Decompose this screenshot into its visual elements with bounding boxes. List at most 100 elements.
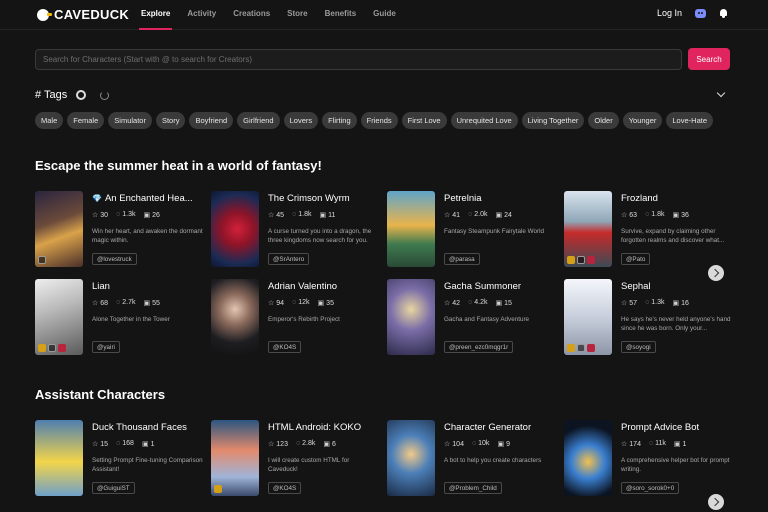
- character-card[interactable]: Adrian Valentino 94 12k 35 Emperor's Rebirth…: [211, 279, 379, 357]
- character-stats: 63 1.8k 36: [621, 211, 689, 219]
- character-card[interactable]: Prompt Advice Bot 174 11k 1 A comprehensive …: [564, 420, 732, 498]
- tag-chip[interactable]: Boyfriend: [189, 112, 234, 129]
- nav-store[interactable]: Store: [287, 9, 307, 30]
- creator-tag[interactable]: @parasa: [444, 253, 480, 265]
- tag-chip[interactable]: Older: [588, 112, 619, 129]
- creator-tag[interactable]: @Problem_Child: [444, 482, 502, 494]
- logo-text: CAVEDUCK: [54, 7, 130, 22]
- login-link[interactable]: Log In: [657, 8, 682, 18]
- character-stats: 123 2.8k 6: [268, 440, 336, 448]
- tags-header: # Tags: [35, 89, 110, 101]
- character-card[interactable]: Lian 68 2.7k 55 Alone Together in the Tower @…: [35, 279, 203, 357]
- nav-benefits[interactable]: Benefits: [325, 9, 357, 30]
- creator-tag[interactable]: @yairi: [92, 341, 120, 353]
- character-name[interactable]: Frozland: [621, 193, 733, 204]
- reset-icon[interactable]: [100, 90, 110, 100]
- character-description: Setting Prompt Fine-tuning Comparison As…: [92, 457, 203, 473]
- creator-tag[interactable]: @GuiguiST: [92, 482, 135, 494]
- character-card[interactable]: Sephal 57 1.3k 16 He says he's never held an…: [564, 279, 732, 357]
- thumbnail-badges: [38, 256, 46, 264]
- character-name[interactable]: Gacha Summoner: [444, 281, 556, 292]
- character-name[interactable]: Petrelnia: [444, 193, 556, 204]
- character-stats: 68 2.7k 55: [92, 299, 160, 307]
- tag-chip[interactable]: Friends: [360, 112, 398, 129]
- character-thumbnail[interactable]: [387, 279, 435, 355]
- caveduck-logo[interactable]: CAVEDUCK: [37, 7, 129, 22]
- character-card[interactable]: Petrelnia 41 2.0k 24 Fantasy Steampunk Fairy…: [387, 191, 555, 269]
- character-thumbnail[interactable]: [35, 191, 83, 267]
- character-thumbnail[interactable]: [564, 279, 612, 355]
- character-thumbnail[interactable]: [387, 191, 435, 267]
- character-name[interactable]: Lian: [92, 281, 204, 292]
- character-name-text: Sephal: [621, 281, 651, 292]
- nav-activity[interactable]: Activity: [187, 9, 216, 30]
- coin-badge-icon: [214, 485, 222, 493]
- bell-icon[interactable]: [719, 8, 728, 18]
- image-count: 1: [142, 440, 155, 448]
- tag-chip[interactable]: Female: [67, 112, 105, 129]
- tag-chip[interactable]: Living Together: [521, 112, 585, 129]
- character-name[interactable]: Sephal: [621, 281, 733, 292]
- character-name-text: The Crimson Wyrm: [268, 193, 350, 204]
- image-count: 1: [674, 440, 687, 448]
- character-thumbnail[interactable]: [35, 420, 83, 496]
- character-name[interactable]: Prompt Advice Bot: [621, 422, 733, 433]
- character-name[interactable]: Adrian Valentino: [268, 281, 380, 292]
- character-thumbnail[interactable]: [211, 191, 259, 267]
- creator-tag[interactable]: @soro_sorok0+0: [621, 482, 680, 494]
- discord-icon[interactable]: [695, 8, 706, 18]
- character-card[interactable]: HTML Android: KOKO 123 2.8k 6 I will create …: [211, 420, 379, 498]
- star-count: 41: [444, 211, 460, 219]
- image-badge-icon: [48, 344, 56, 352]
- character-card[interactable]: The Crimson Wyrm 45 1.8k 11 A curse turned y…: [211, 191, 379, 269]
- creator-tag[interactable]: @Pato: [621, 253, 651, 265]
- tag-chip[interactable]: Story: [155, 112, 186, 129]
- character-card[interactable]: Character Generator 104 10k 9 A bot to help …: [387, 420, 555, 498]
- chevron-down-icon[interactable]: [716, 88, 726, 98]
- next-arrow-icon[interactable]: [708, 494, 724, 510]
- creator-tag[interactable]: @soyogi: [621, 341, 656, 353]
- next-arrow-icon[interactable]: [708, 265, 724, 281]
- tag-chip[interactable]: First Love: [401, 112, 447, 129]
- creator-tag[interactable]: @KO4S: [268, 482, 302, 494]
- tag-chip[interactable]: Younger: [622, 112, 663, 129]
- character-name-text: An Enchanted Hea...: [104, 193, 193, 204]
- character-thumbnail[interactable]: [211, 420, 259, 496]
- character-name[interactable]: Duck Thousand Faces: [92, 422, 204, 433]
- character-thumbnail[interactable]: [387, 420, 435, 496]
- gear-icon[interactable]: [76, 90, 87, 100]
- tag-chip[interactable]: Flirting: [322, 112, 357, 129]
- character-description: A curse turned you into a dragon, the th…: [268, 228, 372, 244]
- character-card[interactable]: Gacha Summoner 42 4.2k 15 Gacha and Fantasy …: [387, 279, 555, 357]
- creator-tag[interactable]: @preen_ezc0mqgr1r: [444, 341, 514, 353]
- search-input[interactable]: [35, 49, 682, 70]
- character-card[interactable]: 💎An Enchanted Hea... 30 1.3k 26 Win her hear…: [35, 191, 203, 269]
- tag-chip[interactable]: Unrequited Love: [450, 112, 518, 129]
- creator-tag[interactable]: @lovestruck: [92, 253, 137, 265]
- creator-tag[interactable]: @SrAntero: [268, 253, 310, 265]
- tag-chip[interactable]: Simulator: [108, 112, 152, 129]
- character-description: A comprehensive helper bot for prompt wr…: [621, 457, 730, 473]
- tag-chip[interactable]: Lovers: [283, 112, 319, 129]
- character-name[interactable]: 💎 An Enchanted Hea...: [92, 193, 204, 204]
- character-thumbnail[interactable]: [211, 279, 259, 355]
- character-thumbnail[interactable]: [35, 279, 83, 355]
- nav-creations[interactable]: Creations: [233, 9, 270, 30]
- image-count: 26: [143, 211, 160, 219]
- character-name[interactable]: The Crimson Wyrm: [268, 193, 380, 204]
- character-name[interactable]: Character Generator: [444, 422, 556, 433]
- tag-chip[interactable]: Male: [35, 112, 64, 129]
- nav-explore[interactable]: Explore: [138, 9, 173, 30]
- nav-guide[interactable]: Guide: [373, 9, 396, 30]
- tag-chip[interactable]: Love-Hate: [666, 112, 713, 129]
- character-card[interactable]: Frozland 63 1.8k 36 Survive, expand by claim…: [564, 191, 732, 269]
- character-thumbnail[interactable]: [564, 420, 612, 496]
- character-card[interactable]: Duck Thousand Faces 15 168 1 Setting Prompt …: [35, 420, 203, 498]
- character-thumbnail[interactable]: [564, 191, 612, 267]
- character-description: Alone Together in the Tower: [92, 316, 170, 323]
- image-badge-icon: [38, 256, 46, 264]
- search-button[interactable]: Search: [688, 48, 730, 70]
- character-name[interactable]: HTML Android: KOKO: [268, 422, 380, 433]
- tag-chip[interactable]: Girlfriend: [237, 112, 280, 129]
- creator-tag[interactable]: @KO4S: [268, 341, 302, 353]
